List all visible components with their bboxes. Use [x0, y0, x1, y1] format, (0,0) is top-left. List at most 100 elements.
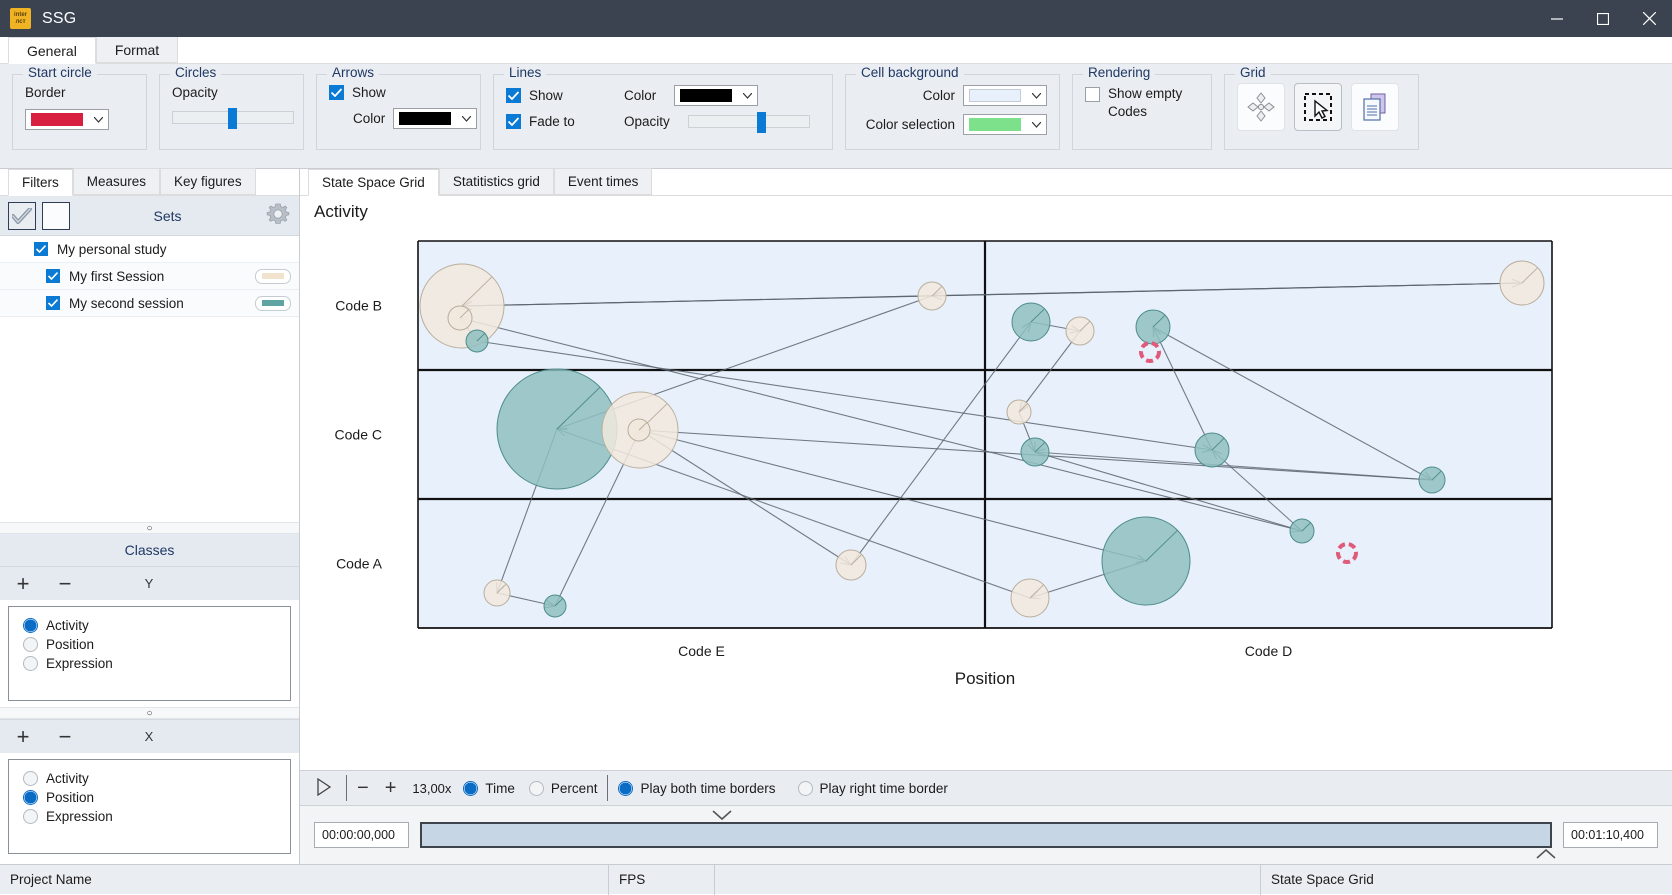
start-circle-border-swatch: [31, 113, 83, 126]
lines-opacity-thumb[interactable]: [757, 112, 767, 133]
session-checkbox[interactable]: [46, 269, 60, 283]
arrows-show-checkbox[interactable]: [329, 85, 344, 100]
uncheck-all-icon[interactable]: [42, 201, 70, 230]
grid-cell[interactable]: [985, 241, 1552, 370]
remove-x-class-button[interactable]: −: [56, 725, 74, 747]
lines-color-combo[interactable]: [674, 85, 759, 106]
gear-icon[interactable]: [265, 201, 291, 230]
radio-icon[interactable]: [23, 809, 38, 824]
chevron-down-icon[interactable]: [712, 809, 732, 824]
add-x-class-button[interactable]: +: [14, 725, 32, 747]
chart-svg[interactable]: Code B Code C Code A Code E Code D Position: [300, 196, 1672, 695]
start-time-field[interactable]: 00:00:00,000: [314, 822, 409, 848]
lines-show-row[interactable]: Show: [506, 88, 606, 103]
radio-icon[interactable]: [23, 771, 38, 786]
session-checkbox[interactable]: [46, 296, 60, 310]
add-y-class-button[interactable]: +: [14, 572, 32, 594]
window-buttons: [1534, 0, 1672, 37]
radio-icon[interactable]: [463, 780, 479, 796]
minimize-icon[interactable]: [1534, 0, 1580, 37]
copy-pages-icon[interactable]: [1351, 83, 1399, 131]
x-option-expression[interactable]: Expression: [9, 807, 290, 826]
session-label: My first Session: [69, 268, 165, 284]
radio-icon[interactable]: [528, 780, 544, 796]
tab-measures[interactable]: Measures: [72, 168, 161, 195]
radio-icon[interactable]: [23, 790, 38, 805]
group-grid-title: Grid: [1235, 65, 1271, 80]
axis-splitter[interactable]: ○: [0, 707, 299, 719]
ribbon-tab-general[interactable]: General: [8, 37, 96, 64]
lines-show-checkbox[interactable]: [506, 88, 521, 103]
y-option-position[interactable]: Position: [9, 635, 290, 654]
set-checkbox[interactable]: [34, 242, 48, 256]
cellbg-color-combo[interactable]: [963, 85, 1047, 106]
cellbg-color-swatch: [969, 89, 1021, 102]
list-item[interactable]: My first Session: [0, 263, 299, 290]
sets-tree: My personal study My first Session My se…: [0, 236, 299, 317]
play-icon[interactable]: [316, 777, 332, 799]
sets-toolbar: Sets: [0, 196, 299, 236]
radio-play-right-border[interactable]: Play right time border: [797, 780, 948, 796]
y-option-expression[interactable]: Expression: [9, 654, 290, 673]
tab-filters[interactable]: Filters: [8, 169, 73, 196]
state-space-grid-chart[interactable]: Activity Code B Code C Code A Code E Code DP…: [300, 196, 1672, 770]
show-empty-codes-label: Show empty Codes: [1108, 86, 1183, 119]
tab-statistics-grid[interactable]: Statitistics grid: [438, 168, 554, 195]
x-option-activity[interactable]: Activity: [9, 769, 290, 788]
chart-canvas[interactable]: Code B Code C Code A Code E Code D Position: [300, 196, 1672, 770]
x-class-list[interactable]: Activity Position Expression: [8, 759, 291, 854]
timeline-track[interactable]: [420, 822, 1552, 848]
radio-percent[interactable]: Percent: [528, 780, 597, 796]
arrows-color-combo[interactable]: [393, 108, 478, 129]
y-option-label: Expression: [46, 656, 113, 671]
fit-grid-icon[interactable]: [1237, 83, 1285, 131]
speed-value: 13,00x: [412, 780, 452, 796]
circles-opacity-slider[interactable]: [172, 108, 294, 129]
x-option-position[interactable]: Position: [9, 788, 290, 807]
speed-increase-button[interactable]: +: [385, 777, 397, 800]
close-icon[interactable]: [1626, 0, 1672, 37]
grid-cell[interactable]: [985, 370, 1552, 499]
grid-cell[interactable]: [418, 499, 985, 628]
panel-splitter[interactable]: ○: [0, 522, 299, 534]
start-circle-border-color-combo[interactable]: [25, 109, 109, 130]
y-option-activity[interactable]: Activity: [9, 616, 290, 635]
grid-cell[interactable]: [985, 499, 1552, 628]
select-region-icon[interactable]: [1294, 83, 1342, 131]
radio-icon[interactable]: [23, 618, 38, 633]
cellbg-selection-combo[interactable]: [963, 114, 1047, 135]
y-axis-toolbar: + − Y: [0, 566, 299, 600]
lines-fade-checkbox[interactable]: [506, 114, 521, 129]
remove-y-class-button[interactable]: −: [56, 572, 74, 594]
status-bar: Project Name FPS State Space Grid: [0, 864, 1672, 895]
radio-icon[interactable]: [618, 780, 634, 796]
list-item[interactable]: My second session: [0, 290, 299, 317]
tab-key-figures[interactable]: Key figures: [160, 168, 256, 195]
maximize-icon[interactable]: [1580, 0, 1626, 37]
group-cell-background-title: Cell background: [856, 65, 964, 80]
circles-opacity-thumb[interactable]: [228, 108, 238, 129]
tab-event-times[interactable]: Event times: [553, 168, 653, 195]
radio-time[interactable]: Time: [463, 780, 515, 796]
tab-state-space-grid[interactable]: State Space Grid: [308, 169, 439, 196]
session-color-swatch[interactable]: [255, 295, 291, 311]
radio-icon[interactable]: [23, 656, 38, 671]
session-color-swatch[interactable]: [255, 268, 291, 284]
list-item[interactable]: My personal study: [0, 236, 299, 263]
lines-opacity-slider[interactable]: [687, 112, 810, 133]
radio-icon[interactable]: [23, 637, 38, 652]
radio-play-both-borders[interactable]: Play both time borders: [618, 780, 776, 796]
title-bar: inter лcт SSG: [0, 0, 1672, 37]
ribbon-tab-format[interactable]: Format: [95, 36, 179, 63]
arrows-color-swatch: [399, 112, 452, 125]
radio-icon[interactable]: [797, 780, 813, 796]
group-grid: Grid: [1224, 65, 1419, 150]
lines-fade-row[interactable]: Fade to: [506, 114, 606, 129]
speed-decrease-button[interactable]: −: [357, 777, 369, 800]
end-time-field[interactable]: 00:01:10,400: [1563, 822, 1658, 848]
y-class-list[interactable]: Activity Position Expression: [8, 606, 291, 701]
show-empty-codes-checkbox[interactable]: [1085, 87, 1100, 102]
chevron-up-icon[interactable]: [1536, 848, 1556, 863]
check-all-icon[interactable]: [8, 201, 36, 230]
arrows-show-row[interactable]: Show: [329, 85, 468, 100]
